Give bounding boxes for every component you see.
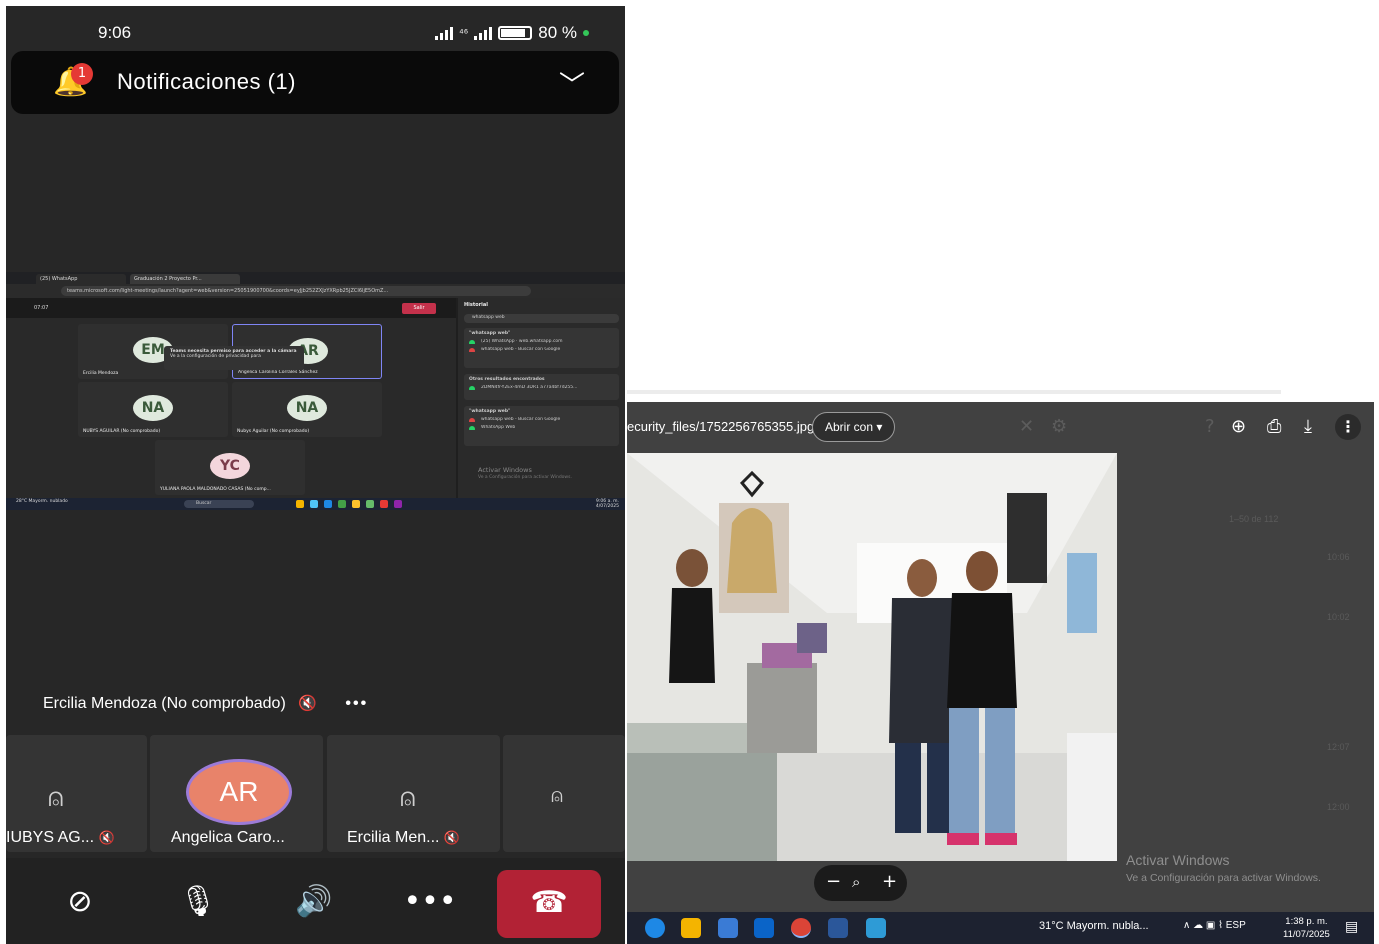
download-icon[interactable]: ⤓ bbox=[1304, 416, 1312, 437]
photo bbox=[627, 453, 1117, 861]
person-icon: ⍝ bbox=[48, 783, 64, 813]
meeting-timer: 07:07 bbox=[34, 305, 49, 311]
participant-tile[interactable]: ⍝ IUBYS AG... 🔇 bbox=[6, 735, 147, 852]
zoom-in-button[interactable]: + bbox=[882, 871, 897, 892]
history-panel: Historial whatsapp web "whatsapp web" (2… bbox=[458, 298, 625, 498]
chevron-down-icon[interactable]: ﹀ bbox=[559, 65, 585, 102]
word-icon[interactable] bbox=[828, 918, 848, 938]
leave-button: Salir bbox=[402, 303, 436, 314]
zoom-icon: ⌕ bbox=[852, 873, 861, 891]
signal-icon-2 bbox=[474, 26, 493, 40]
taskbar-apps bbox=[296, 500, 402, 508]
shared-screen: (25) WhatsApp Graduación 2 Proyecto Pr..… bbox=[6, 272, 625, 510]
speaker-name: Ercilia Mendoza (No comprobado) bbox=[43, 695, 286, 712]
activate-windows-subtitle: Ve a Configuración para activar Windows. bbox=[1126, 872, 1321, 884]
camera-permission-popup: Teams necesita permiso para acceder a la… bbox=[164, 346, 304, 370]
file-explorer-icon[interactable] bbox=[681, 918, 701, 938]
more-options-button[interactable]: ••• bbox=[345, 695, 368, 712]
video-tile: NA Nubys Aguilar (No comprobado) bbox=[232, 382, 382, 437]
help-icon: ? bbox=[1205, 416, 1215, 437]
participant-tile[interactable]: ⍝ bbox=[503, 735, 625, 852]
edge-icon[interactable] bbox=[645, 918, 665, 938]
add-to-drive-icon[interactable]: ⊕ bbox=[1231, 416, 1246, 437]
history-card: Otros resultados encontrados 2DMN4fr-Y2E… bbox=[464, 374, 619, 400]
person-icon: ⍝ bbox=[400, 783, 416, 813]
outlook-icon[interactable] bbox=[754, 918, 774, 938]
file-name: ecurity_files/1752256765355.jpg bbox=[627, 419, 815, 434]
privacy-dot-icon bbox=[583, 30, 589, 36]
activate-windows-title: Activar Windows bbox=[1126, 852, 1230, 868]
zoom-controls: − ⌕ + bbox=[814, 865, 907, 901]
more-icon[interactable]: ••• bbox=[390, 874, 470, 930]
store-icon[interactable] bbox=[718, 918, 738, 938]
active-speaker: Ercilia Mendoza (No comprobado) 🔇 ••• bbox=[43, 694, 368, 713]
status-time: 9:06 bbox=[98, 23, 132, 42]
hang-up-button[interactable]: ☎ bbox=[497, 870, 601, 938]
status-bar: 9:06 ⁴⁶ 80 % bbox=[6, 6, 625, 50]
image-viewer: ecurity_files/1752256765355.jpg Abrir co… bbox=[627, 402, 1374, 944]
battery-icon bbox=[498, 26, 533, 40]
notification-badge: 1 bbox=[71, 63, 93, 85]
more-vert-icon[interactable]: ⋮ bbox=[1335, 414, 1361, 440]
close-icon: ✕ bbox=[1019, 416, 1035, 437]
video-tile: NA NUBYS AGUILAR (No comprobado) bbox=[78, 382, 228, 437]
mic-off-icon: 🔇 bbox=[443, 830, 461, 845]
teams-toolbar: 07:07 Salir bbox=[6, 298, 456, 318]
history-card: "whatsapp web" (25) WhatsApp · web.whats… bbox=[464, 328, 619, 368]
weather-widget[interactable]: 31°C Mayorm. nubla... bbox=[1039, 920, 1149, 932]
divider bbox=[627, 390, 1281, 394]
history-card: "whatsapp web" whatsapp web - Buscar con… bbox=[464, 406, 619, 446]
speaker-icon[interactable]: 🔊 bbox=[274, 874, 354, 930]
history-search: whatsapp web bbox=[464, 314, 619, 323]
taskbar-search: Buscar bbox=[184, 500, 254, 508]
teams-meeting: 07:07 Salir EM Ercilia Mendoza AR Angeli… bbox=[6, 298, 456, 498]
participant-tile[interactable]: ⍝ Ercilia Men... 🔇 bbox=[327, 735, 500, 852]
zoom-out-button[interactable]: − bbox=[826, 871, 841, 892]
signal-icon bbox=[434, 26, 453, 40]
call-controls: ⊘ 🎙 🔊 ••• ☎ bbox=[6, 858, 625, 944]
mic-off-icon: 🔇 bbox=[98, 830, 115, 845]
open-with-button[interactable]: Abrir con ▾ bbox=[812, 412, 896, 442]
mic-off-icon: 🔇 bbox=[298, 695, 317, 712]
photos-icon[interactable] bbox=[866, 918, 886, 938]
camera-off-icon[interactable]: ⊘ bbox=[40, 874, 120, 930]
battery-level: 80 % bbox=[538, 23, 577, 42]
system-tray[interactable]: ∧ ☁ ▣ ⌇ ESP bbox=[1183, 920, 1246, 931]
phone-screen: 9:06 ⁴⁶ 80 % 🔔 1 Notificaciones (1) ﹀ (2… bbox=[6, 6, 625, 944]
notification-center-icon[interactable]: ▤ bbox=[1345, 919, 1358, 935]
salon-photo bbox=[627, 453, 1117, 861]
video-tile: YC YULIANA PAOLA MALDONADO CASAS (No com… bbox=[155, 440, 305, 495]
chrome-icon[interactable] bbox=[791, 918, 811, 938]
browser-tabs: (25) WhatsApp Graduación 2 Proyecto Pr..… bbox=[6, 272, 625, 284]
address-bar: teams.microsoft.com/light-meetings/launc… bbox=[61, 286, 531, 296]
windows-taskbar: 31°C Mayorm. nubla... ∧ ☁ ▣ ⌇ ESP 1:38 p… bbox=[627, 912, 1374, 944]
taskbar-clock[interactable]: 1:38 p. m. 11/07/2025 bbox=[1283, 915, 1330, 941]
notifications-banner[interactable]: 🔔 1 Notificaciones (1) ﹀ bbox=[11, 51, 619, 114]
avatar: AR bbox=[186, 759, 292, 825]
person-icon: ⍝ bbox=[551, 783, 563, 807]
shared-taskbar: 28°C Mayorm. nublado Buscar 9:06 a. m. 4/… bbox=[6, 498, 625, 510]
notifications-title: Notificaciones (1) bbox=[117, 69, 296, 94]
mic-off-icon[interactable]: 🎙 bbox=[158, 874, 238, 930]
settings-icon: ⚙ bbox=[1051, 416, 1068, 437]
participant-tile[interactable]: AR Angelica Caro... bbox=[150, 735, 323, 852]
print-icon[interactable]: ⎙ bbox=[1267, 416, 1281, 437]
network-type: ⁴⁶ bbox=[458, 27, 469, 39]
tab-teams: Graduación 2 Proyecto Pr... bbox=[130, 274, 240, 284]
tab-whatsapp: (25) WhatsApp bbox=[36, 274, 126, 284]
